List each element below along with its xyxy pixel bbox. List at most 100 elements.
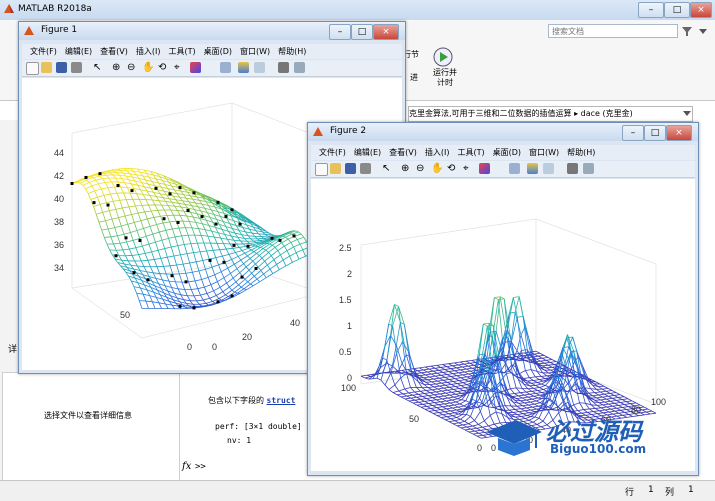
figure2-minimize-button[interactable]: –	[622, 125, 644, 141]
print-icon[interactable]	[360, 163, 371, 174]
menu-desktop[interactable]: 桌面(D)	[493, 145, 521, 160]
save-icon[interactable]	[345, 163, 356, 174]
mesh-line	[213, 250, 220, 251]
menu-window[interactable]: 窗口(W)	[240, 44, 270, 59]
mesh-line	[128, 224, 131, 232]
mesh-line	[464, 364, 468, 366]
save-icon[interactable]	[56, 62, 67, 73]
mesh-line	[111, 170, 114, 171]
mesh-line	[449, 363, 455, 364]
figure1-maximize-button[interactable]: □	[351, 24, 373, 40]
menu-help[interactable]: 帮助(H)	[278, 44, 306, 59]
figure2-title-bar[interactable]: Figure 2 – □ ×	[308, 123, 698, 141]
mesh-line	[618, 398, 622, 400]
struct-link[interactable]: struct	[267, 396, 296, 405]
mesh-line	[155, 205, 158, 210]
rotate-3d-icon[interactable]: ⟲	[447, 163, 458, 174]
menu-tools[interactable]: 工具(T)	[168, 44, 195, 59]
menu-edit[interactable]: 编辑(E)	[354, 145, 381, 160]
hide-plot-tools-icon[interactable]	[567, 163, 578, 174]
menu-tools[interactable]: 工具(T)	[457, 145, 484, 160]
legend-icon[interactable]	[254, 62, 265, 73]
brush-icon[interactable]	[190, 62, 201, 73]
mesh-line	[517, 316, 523, 317]
menu-edit[interactable]: 编辑(E)	[65, 44, 92, 59]
menu-file[interactable]: 文件(F)	[319, 145, 346, 160]
legend-icon[interactable]	[543, 163, 554, 174]
zoom-out-icon[interactable]: ⊖	[416, 163, 427, 174]
breadcrumb-item[interactable]: dace (克里金)	[581, 109, 633, 118]
select-arrow-icon[interactable]: ↖	[93, 62, 104, 73]
pan-hand-icon[interactable]: ✋	[431, 163, 442, 174]
new-figure-icon[interactable]	[315, 163, 328, 176]
zoom-in-icon[interactable]: ⊕	[401, 163, 412, 174]
mesh-line	[517, 398, 523, 399]
mesh-line	[239, 285, 242, 287]
brush-icon[interactable]	[479, 163, 490, 174]
chevron-down-icon[interactable]	[682, 108, 692, 118]
mesh-line	[525, 370, 529, 377]
data-cursor-icon[interactable]: ⌖	[174, 62, 185, 73]
fx-icon[interactable]: fx	[182, 461, 191, 472]
mesh-line	[204, 243, 207, 251]
menu-view[interactable]: 查看(V)	[389, 145, 417, 160]
filter-icon[interactable]	[681, 25, 693, 37]
mesh-line	[103, 211, 110, 213]
minimize-button[interactable]: –	[638, 2, 664, 18]
mesh-line	[605, 402, 609, 404]
colorbar-icon[interactable]	[527, 163, 538, 174]
new-figure-icon[interactable]	[26, 62, 39, 75]
zoom-out-icon[interactable]: ⊖	[127, 62, 138, 73]
chevron-down-icon[interactable]	[697, 25, 709, 37]
figure1-close-button[interactable]: ×	[373, 24, 399, 40]
figure1-title-bar[interactable]: Figure 1 – □ ×	[19, 22, 405, 40]
zoom-in-icon[interactable]: ⊕	[112, 62, 123, 73]
mesh-line	[602, 388, 608, 389]
mesh-line	[431, 400, 437, 401]
rotate-3d-icon[interactable]: ⟲	[158, 62, 169, 73]
open-file-icon[interactable]	[41, 62, 52, 73]
maximize-button[interactable]: □	[664, 2, 690, 18]
show-plot-tools-icon[interactable]	[294, 62, 305, 73]
close-button[interactable]: ×	[690, 2, 712, 18]
figure2-close-button[interactable]: ×	[666, 125, 692, 141]
open-file-icon[interactable]	[330, 163, 341, 174]
select-arrow-icon[interactable]: ↖	[382, 163, 393, 174]
figure1-minimize-button[interactable]: –	[329, 24, 351, 40]
mesh-line	[432, 397, 438, 398]
print-icon[interactable]	[71, 62, 82, 73]
menu-insert[interactable]: 插入(I)	[136, 44, 161, 59]
run-and-time-button[interactable]: 运行并 计时	[430, 68, 460, 88]
z-tick-label: 1	[347, 321, 352, 331]
menu-view[interactable]: 查看(V)	[100, 44, 128, 59]
pan-hand-icon[interactable]: ✋	[142, 62, 153, 73]
mesh-line	[407, 374, 411, 388]
data-cursor-icon[interactable]: ⌖	[463, 163, 474, 174]
show-plot-tools-icon[interactable]	[583, 163, 594, 174]
menu-desktop[interactable]: 桌面(D)	[204, 44, 232, 59]
link-plot-icon[interactable]	[509, 163, 520, 174]
breadcrumb-item[interactable]: 克里金算法,可用于三维和二位数据的插值运算	[409, 109, 572, 118]
hide-plot-tools-icon[interactable]	[278, 62, 289, 73]
current-folder-breadcrumb[interactable]: 克里金算法,可用于三维和二位数据的插值运算 ▸ dace (克里金)	[408, 106, 693, 122]
mesh-line	[537, 381, 543, 382]
sample-point	[215, 223, 218, 226]
colorbar-icon[interactable]	[238, 62, 249, 73]
menu-file[interactable]: 文件(F)	[30, 44, 57, 59]
menu-insert[interactable]: 插入(I)	[425, 145, 450, 160]
mesh-line	[235, 250, 242, 252]
search-docs-input[interactable]: 搜索文档	[548, 24, 678, 38]
link-plot-icon[interactable]	[220, 62, 231, 73]
ribbon-advance-label[interactable]: 进	[410, 72, 418, 83]
command-prompt[interactable]: >>	[195, 462, 206, 472]
mesh-line	[191, 289, 194, 295]
run-time-icon[interactable]	[432, 46, 454, 68]
mesh-line	[270, 244, 273, 245]
mesh-line	[166, 274, 169, 281]
mesh-line	[85, 189, 88, 194]
figure2-maximize-button[interactable]: □	[644, 125, 666, 141]
mesh-line	[257, 253, 260, 255]
menu-window[interactable]: 窗口(W)	[529, 145, 559, 160]
menu-help[interactable]: 帮助(H)	[567, 145, 595, 160]
mesh-line	[144, 228, 147, 236]
